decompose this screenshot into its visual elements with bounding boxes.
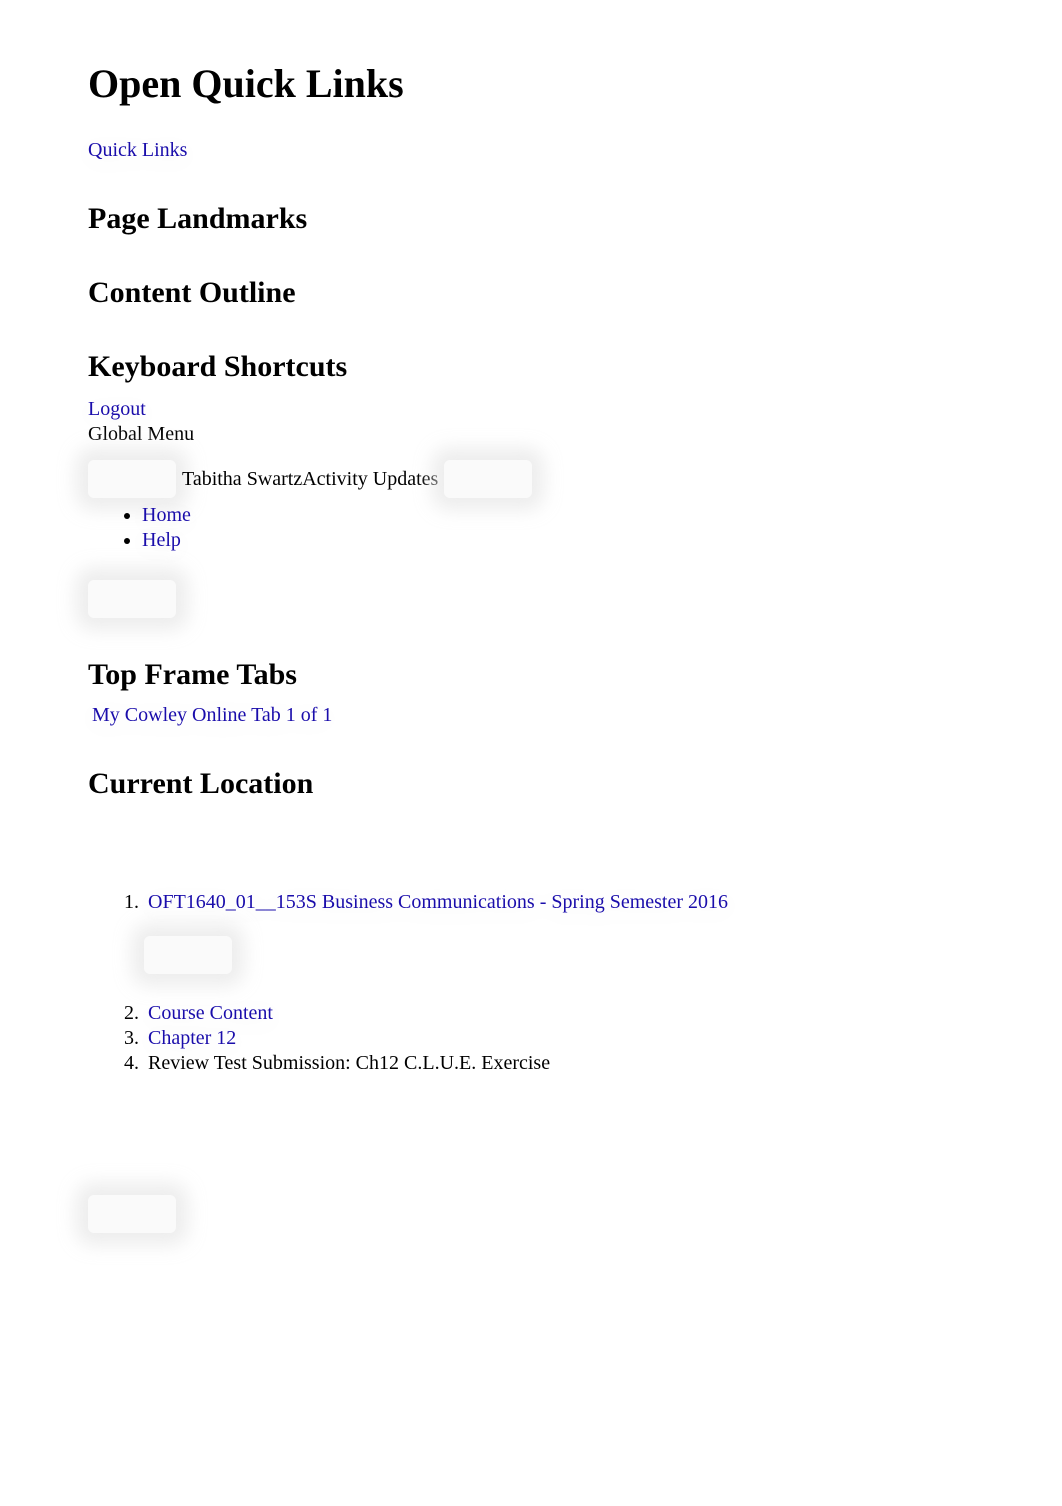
blurred-button-5[interactable]	[88, 1195, 176, 1233]
logout-link[interactable]: Logout	[88, 398, 146, 420]
list-item: Help	[142, 529, 974, 552]
blurred-button-2[interactable]	[444, 460, 532, 498]
keyboard-shortcuts-heading: Keyboard Shortcuts	[88, 350, 974, 384]
list-item: Home	[142, 504, 974, 527]
breadcrumb-item: OFT1640_01__153S Business Communications…	[144, 891, 974, 914]
breadcrumb-course-link[interactable]: OFT1640_01__153S Business Communications…	[148, 891, 728, 913]
activity-updates-label: Activity Updates	[302, 468, 438, 491]
blurred-button-1[interactable]	[88, 460, 176, 498]
content-outline-heading: Content Outline	[88, 276, 974, 310]
quick-links-link[interactable]: Quick Links	[88, 139, 187, 162]
breadcrumb-item: Review Test Submission: Ch12 C.L.U.E. Ex…	[144, 1052, 974, 1075]
breadcrumb-chapter-link[interactable]: Chapter 12	[148, 1027, 236, 1049]
page-landmarks-heading: Page Landmarks	[88, 202, 974, 236]
help-link[interactable]: Help	[142, 529, 181, 551]
breadcrumb-item: Course Content	[144, 1002, 974, 1025]
breadcrumb-current-page: Review Test Submission: Ch12 C.L.U.E. Ex…	[148, 1052, 550, 1074]
user-name: Tabitha Swartz	[182, 468, 302, 491]
nav-list: Home Help	[142, 504, 974, 552]
home-link[interactable]: Home	[142, 504, 191, 526]
page-title: Open Quick Links	[88, 60, 974, 107]
tab-my-cowley-online[interactable]: My Cowley Online Tab 1 of 1	[92, 704, 332, 727]
breadcrumb: OFT1640_01__153S Business Communications…	[88, 891, 974, 1075]
top-frame-tabs-heading: Top Frame Tabs	[88, 658, 974, 692]
breadcrumb-course-content-link[interactable]: Course Content	[148, 1002, 273, 1024]
blurred-button-4[interactable]	[144, 936, 232, 974]
blurred-button-3[interactable]	[88, 580, 176, 618]
global-menu-label: Global Menu	[88, 423, 194, 445]
breadcrumb-item: Chapter 12	[144, 1027, 974, 1050]
current-location-heading: Current Location	[88, 767, 974, 801]
